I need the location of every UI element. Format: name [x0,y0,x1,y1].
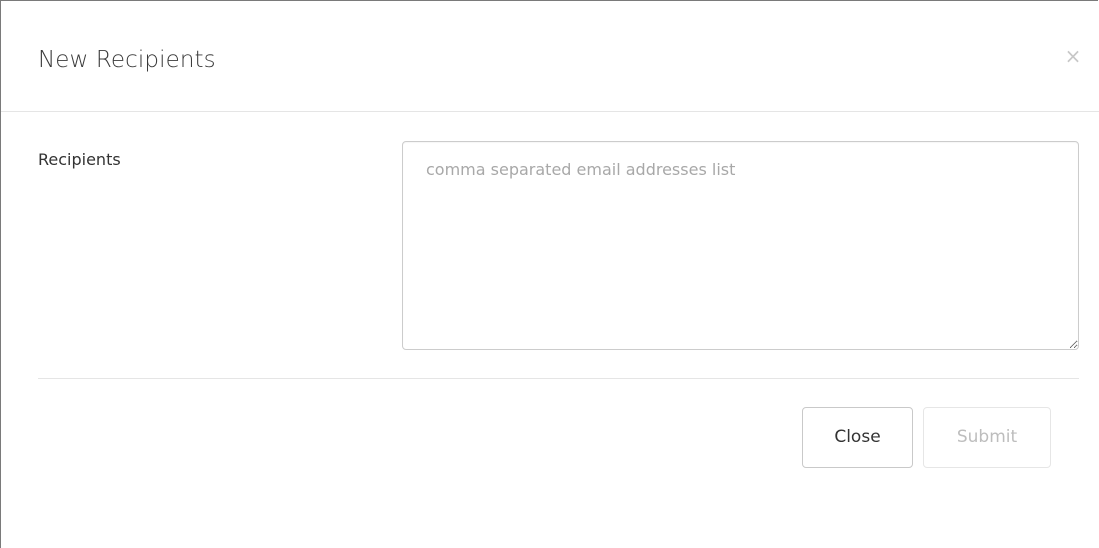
recipients-label: Recipients [38,150,121,169]
dialog-header: New Recipients × [1,1,1099,112]
footer-divider [38,378,1079,379]
recipients-textarea[interactable] [402,141,1079,350]
close-button[interactable]: Close [802,407,913,468]
close-icon[interactable]: × [1062,43,1084,69]
new-recipients-dialog: New Recipients × Recipients Close Submit [0,0,1099,548]
submit-button[interactable]: Submit [923,407,1051,468]
dialog-title: New Recipients [38,47,216,73]
